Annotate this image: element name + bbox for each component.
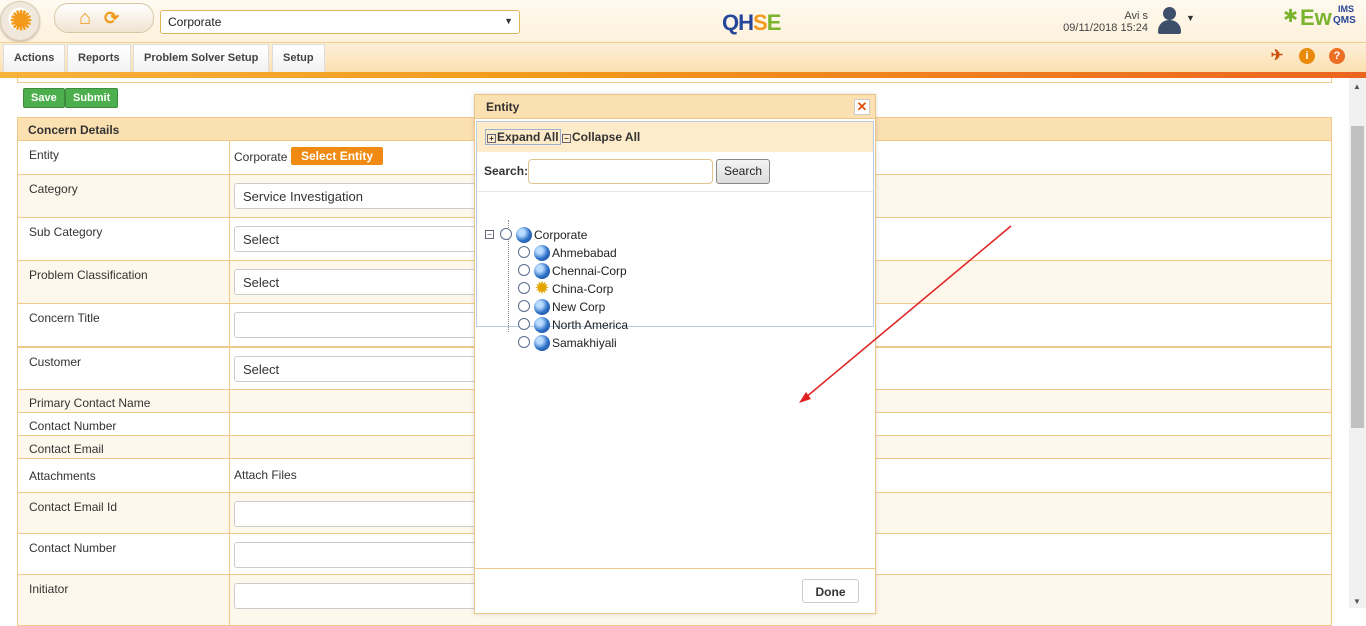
problem-classification-select[interactable]: Select — [234, 269, 494, 295]
tree-node[interactable]: ✹ China-Corp — [485, 278, 685, 298]
globe-icon — [534, 317, 550, 333]
app-logo[interactable]: ✺ — [0, 1, 40, 41]
chevron-down-icon: ▼ — [504, 16, 513, 26]
scroll-down-icon[interactable]: ▼ — [1353, 597, 1361, 606]
collapse-node-icon[interactable]: − — [485, 230, 494, 239]
save-button[interactable]: Save — [23, 88, 65, 108]
select-entity-button[interactable]: Select Entity — [291, 147, 384, 165]
globe-icon — [534, 299, 550, 315]
home-refresh-pill: ⌂ ⟳ — [54, 3, 154, 33]
expand-all-button[interactable]: + Expand All — [485, 129, 561, 145]
collapse-all-button[interactable]: − Collapse All — [562, 130, 640, 144]
tree-toolbar: + Expand All − Collapse All — [477, 122, 873, 152]
submit-button[interactable]: Submit — [65, 88, 119, 108]
help-icon[interactable]: ? — [1329, 48, 1345, 64]
category-select[interactable]: Service Investigation — [234, 183, 494, 209]
tree-radio[interactable] — [518, 336, 530, 348]
scrollbar-thumb[interactable] — [1351, 126, 1364, 428]
menu-reports[interactable]: Reports — [67, 44, 131, 72]
entity-label: Entity — [29, 148, 60, 162]
tree-search-row: Search: Search — [477, 152, 873, 192]
tree-radio[interactable] — [518, 246, 530, 258]
entity-dropdown[interactable]: Corporate ▼ — [160, 10, 520, 34]
menu-setup[interactable]: Setup — [272, 44, 325, 72]
scroll-up-icon[interactable]: ▲ — [1353, 82, 1361, 91]
gear-icon: ✹ — [534, 278, 550, 298]
globe-icon — [534, 263, 550, 279]
customer-select[interactable]: Select — [234, 356, 494, 382]
tree-node[interactable]: North America — [485, 316, 685, 334]
tree-node[interactable]: Ahmebabad — [485, 244, 685, 262]
search-label: Search: — [484, 164, 529, 178]
entity-value: Corporate — [234, 150, 288, 164]
qhse-logo: QHSE — [722, 10, 781, 35]
search-button[interactable]: Search — [716, 159, 771, 184]
globe-icon — [534, 245, 550, 261]
dialog-title: Entity — [475, 95, 875, 119]
concern-title-input[interactable] — [234, 312, 494, 338]
form-top-border — [17, 78, 1332, 83]
brand-star-icon: ✱ — [1283, 6, 1299, 26]
user-name: Avi s — [1124, 10, 1148, 22]
tree-node[interactable]: Chennai-Corp — [485, 262, 685, 280]
sun-logo-icon: ✺ — [9, 6, 33, 36]
plus-box-icon: + — [487, 134, 496, 143]
done-button[interactable]: Done — [802, 579, 859, 603]
globe-icon — [516, 227, 532, 243]
tree-node-corporate[interactable]: − Corporate — [485, 226, 685, 244]
top-bar: ✺ ⌂ ⟳ Corporate ▼ QHSE Avi s 09/11/2018 … — [0, 0, 1366, 42]
tree-radio[interactable] — [518, 264, 530, 276]
minus-box-icon: − — [562, 134, 571, 143]
sub-category-select[interactable]: Select — [234, 226, 494, 252]
contact-email-id-input[interactable] — [234, 501, 494, 527]
user-avatar-icon[interactable] — [1155, 5, 1183, 35]
attach-files-link[interactable]: Attach Files — [234, 468, 297, 482]
dialog-footer-divider — [475, 568, 875, 569]
entity-tree-panel: + Expand All − Collapse All Search: Search… — [476, 121, 874, 351]
menu-actions[interactable]: Actions — [3, 44, 66, 72]
refresh-icon[interactable]: ⟳ — [104, 7, 119, 29]
initiator-input[interactable] — [234, 583, 494, 609]
home-icon[interactable]: ⌂ — [79, 7, 91, 29]
contact-number-input[interactable] — [234, 542, 494, 568]
ewqms-logo: ✱ Ew IMS QMS — [1283, 4, 1356, 30]
tree-node[interactable]: New Corp — [485, 298, 685, 316]
tree-node[interactable]: Samakhiyali — [485, 334, 685, 352]
close-icon[interactable]: ✕ — [854, 99, 870, 115]
globe-icon — [534, 335, 550, 351]
tree-radio[interactable] — [500, 228, 512, 240]
user-menu-chevron-icon[interactable]: ▼ — [1186, 13, 1195, 23]
tree-radio[interactable] — [518, 282, 530, 294]
entity-dropdown-value: Corporate — [168, 15, 222, 29]
menu-problem-solver-setup[interactable]: Problem Solver Setup — [133, 44, 270, 72]
entity-dialog: Entity ✕ + Expand All − Collapse All Searc… — [474, 94, 876, 614]
search-input[interactable] — [528, 159, 713, 184]
info-icon[interactable]: i — [1299, 48, 1315, 64]
page-scrollbar[interactable]: ▲ ▼ — [1349, 78, 1366, 608]
current-datetime: 09/11/2018 15:24 — [1063, 22, 1148, 34]
pin-icon[interactable]: ✈ — [1269, 48, 1285, 64]
tree-radio[interactable] — [518, 318, 530, 330]
menu-bar: Actions Reports Problem Solver Setup Set… — [0, 42, 1366, 72]
tree-radio[interactable] — [518, 300, 530, 312]
